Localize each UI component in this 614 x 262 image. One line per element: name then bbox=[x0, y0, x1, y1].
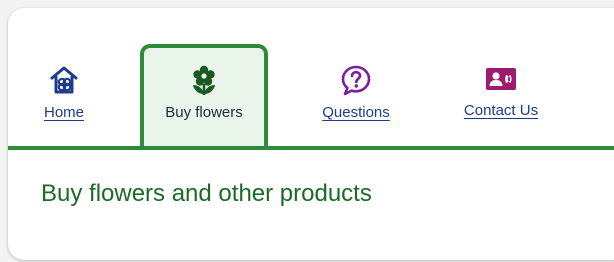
tab-buy-flowers-label: Buy flowers bbox=[165, 104, 243, 121]
tab-contact-us[interactable]: Contact Us bbox=[453, 64, 549, 119]
tab-questions-label[interactable]: Questions bbox=[322, 104, 390, 121]
tab-home[interactable]: Home bbox=[42, 64, 86, 121]
page-card: Home Buy flowers Questions Contact Us Bu… bbox=[8, 8, 614, 260]
tab-contact-us-label[interactable]: Contact Us bbox=[464, 102, 538, 119]
tab-questions[interactable]: Questions bbox=[311, 64, 401, 121]
home-icon bbox=[50, 66, 78, 94]
question-icon bbox=[341, 65, 371, 96]
tab-home-label[interactable]: Home bbox=[44, 104, 84, 121]
tab-bar-divider bbox=[8, 146, 614, 150]
page-title: Buy flowers and other products bbox=[41, 180, 372, 207]
flower-icon bbox=[193, 65, 215, 95]
tab-bar: Home Buy flowers Questions Contact Us bbox=[8, 8, 614, 150]
tab-buy-flowers[interactable]: Buy flowers bbox=[140, 44, 268, 150]
contact-card-icon bbox=[486, 68, 516, 90]
